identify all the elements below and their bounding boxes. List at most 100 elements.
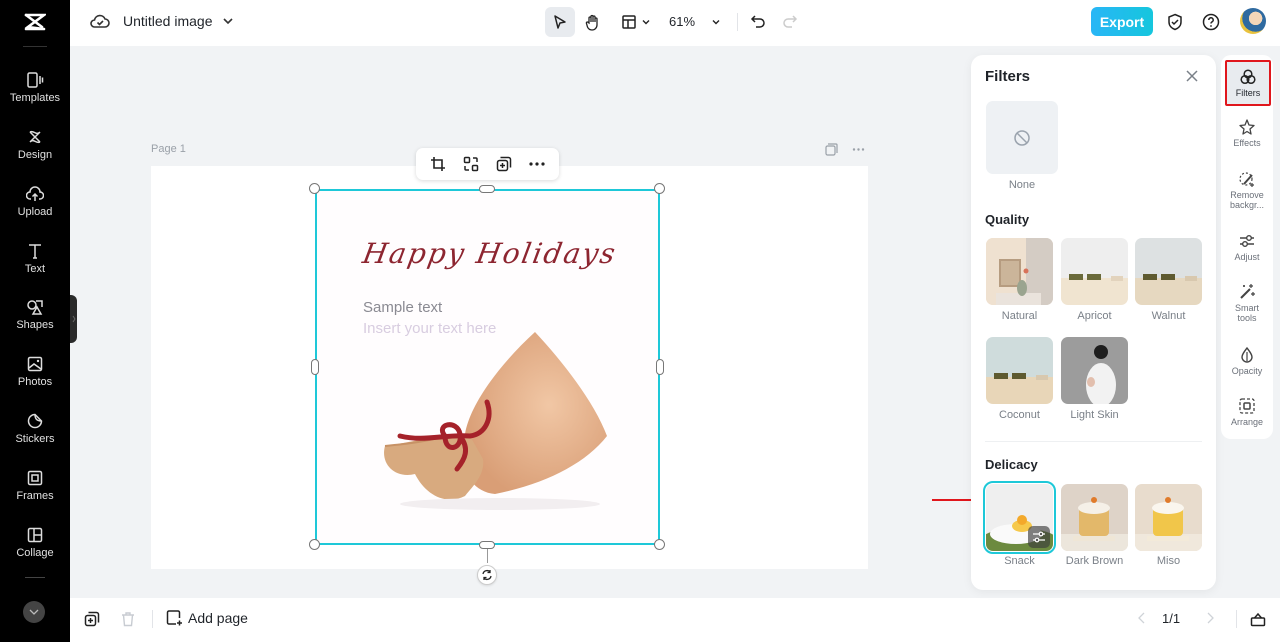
filter-miso[interactable] [1135,484,1202,551]
add-page-icon [166,610,182,626]
sidebar-item-collage[interactable]: Collage [0,526,70,576]
more-icon[interactable] [852,143,865,156]
chevron-down-icon [712,20,720,25]
rail-item-effects[interactable]: Effects [1221,118,1273,148]
shapes-icon [27,300,43,315]
sidebar-item-stickers[interactable]: Stickers [0,412,70,462]
filter-thumbnail [986,337,1053,404]
templates-icon [27,72,44,88]
photos-icon [27,356,43,372]
chevron-down-icon [642,20,650,25]
filter-natural[interactable] [986,238,1053,305]
divider [23,46,47,47]
remove-background-icon [1239,172,1254,187]
resize-handle-left[interactable] [311,359,319,375]
rail-item-label: Arrange [1230,417,1264,427]
rail-item-label: Remove backgr... [1229,190,1265,210]
filter-label: None [1008,179,1036,191]
hand-icon [585,14,598,31]
collage-icon [27,527,43,543]
duplicate-page-icon[interactable] [84,611,100,627]
duplicate-icon [496,156,512,172]
resize-handle-right[interactable] [656,359,664,375]
capcut-logo[interactable] [0,0,70,44]
magic-wand-icon [1240,284,1255,299]
select-tool[interactable] [545,7,575,37]
sidebar-item-upload[interactable]: Upload [0,185,70,235]
page-manager-icon[interactable] [1250,611,1266,627]
rotate-connector [487,549,488,563]
sidebar-item-photos[interactable]: Photos [0,355,70,405]
adjust-filter-button[interactable] [1028,526,1050,548]
hand-tool[interactable] [578,7,608,37]
sidebar-item-design[interactable]: Design [0,128,70,178]
resize-handle-top-left[interactable] [309,183,320,194]
filter-none[interactable] [986,101,1058,174]
filter-label: Miso [1156,555,1181,567]
filter-snack[interactable] [983,481,1056,554]
frames-icon [27,470,43,486]
opacity-icon [1241,346,1253,363]
rail-item-label: Smart tools [1234,303,1259,323]
filter-thumbnail [1061,238,1128,305]
zoom-level[interactable]: 61% [669,14,695,29]
close-icon[interactable] [1185,69,1199,83]
burlap-sack-image [384,332,607,510]
more-tools-button[interactable] [23,601,45,623]
redo-button[interactable] [780,7,800,37]
rail-item-adjust[interactable]: Adjust [1221,232,1273,262]
stickers-icon [27,413,43,429]
previous-page-icon[interactable] [1137,611,1147,625]
add-page-button[interactable]: Add page [166,609,248,626]
help-button[interactable] [1201,7,1221,37]
more-options-button[interactable] [528,155,546,173]
chevron-down-icon[interactable] [222,15,234,27]
rotate-handle[interactable] [477,565,497,585]
sidebar-item-templates[interactable]: Templates [0,71,70,121]
filter-thumbnail [1061,337,1128,404]
document-title[interactable]: Untitled image [123,13,213,29]
zoom-dropdown[interactable] [706,7,726,37]
filters-panel: Filters None Quality Natural Apricot Wal… [971,55,1216,590]
duplicate-page-icon[interactable] [825,143,838,156]
rail-item-filters[interactable]: Filters [1225,60,1271,106]
layout-dropdown[interactable] [617,7,655,37]
filter-apricot[interactable] [1061,238,1128,305]
filter-label: Coconut [999,409,1040,421]
collapse-sidebar-handle[interactable] [70,295,77,343]
rail-item-arrange[interactable]: Arrange [1221,397,1273,427]
replace-button[interactable] [462,155,480,173]
no-filter-icon [1014,129,1030,146]
export-button[interactable]: Export [1091,7,1153,36]
rail-item-opacity[interactable]: Opacity [1221,346,1273,376]
sidebar-item-shapes[interactable]: Shapes [0,298,70,348]
resize-handle-top[interactable] [479,185,495,193]
trash-icon[interactable] [121,611,135,627]
filter-coconut[interactable] [986,337,1053,404]
filter-dark-brown[interactable] [1061,484,1128,551]
filter-walnut[interactable] [1135,238,1202,305]
security-button[interactable] [1165,7,1185,37]
filter-label: Light Skin [1070,409,1119,421]
filter-light-skin[interactable] [1061,337,1128,404]
sidebar-item-text[interactable]: Text [0,242,70,292]
page-indicator: 1/1 [1162,611,1181,626]
selected-image[interactable]: Happy Holidays Sample text Insert your t… [315,189,660,545]
resize-handle-bottom-left[interactable] [309,539,320,550]
layout-icon [622,15,636,29]
rail-item-smart-tools[interactable]: Smart tools [1221,283,1273,323]
resize-handle-top-right[interactable] [654,183,665,194]
crop-icon [431,157,445,171]
user-avatar[interactable] [1240,8,1266,34]
resize-handle-bottom[interactable] [479,541,495,549]
resize-handle-bottom-right[interactable] [654,539,665,550]
left-sidebar: Templates Design Upload Text Shapes Phot… [0,0,70,642]
rail-item-remove-background[interactable]: Remove backgr... [1221,170,1273,210]
sidebar-item-frames[interactable]: Frames [0,469,70,519]
next-page-icon[interactable] [1205,611,1215,625]
crop-button[interactable] [429,155,447,173]
undo-button[interactable] [748,7,768,37]
headline-text: Happy Holidays [360,237,620,270]
duplicate-button[interactable] [495,155,513,173]
more-icon [529,162,545,166]
